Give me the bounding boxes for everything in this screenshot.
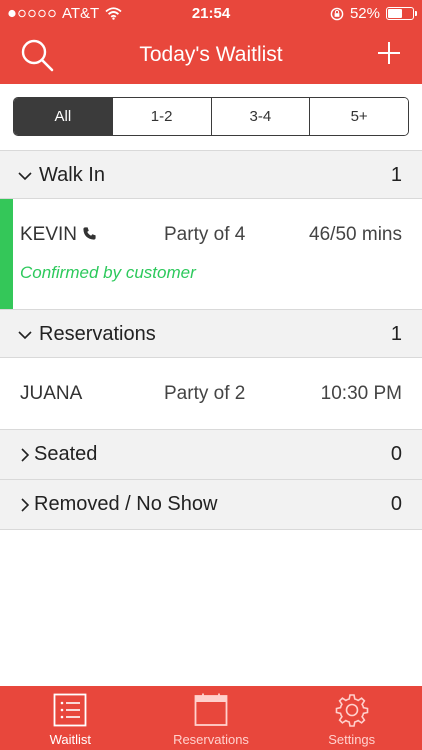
tab-waitlist[interactable]: Waitlist xyxy=(0,686,141,750)
filter-3-4[interactable]: 3-4 xyxy=(210,98,310,135)
tab-label: Waitlist xyxy=(49,732,92,747)
phone-icon xyxy=(83,227,96,240)
tab-bar: Waitlist Reservations Settings xyxy=(0,686,422,750)
waitlist-row[interactable]: KEVIN Party of 4 46/50 mins Confirmed by… xyxy=(0,199,422,309)
tab-settings[interactable]: Settings xyxy=(281,686,422,750)
filter-5-plus[interactable]: 5+ xyxy=(309,98,408,135)
filter-bar: All 1-2 3-4 5+ xyxy=(0,84,422,150)
chevron-right-icon xyxy=(21,448,30,462)
party-size-filter: All 1-2 3-4 5+ xyxy=(13,97,409,136)
chevron-right-icon xyxy=(21,498,30,512)
list-icon xyxy=(53,693,87,727)
reservation-time: 10:30 PM xyxy=(320,383,402,404)
filter-all[interactable]: All xyxy=(14,98,112,135)
section-count: 0 xyxy=(390,493,402,515)
section-count: 1 xyxy=(390,164,402,186)
section-title: Reservations xyxy=(39,323,156,345)
chevron-down-icon xyxy=(18,172,32,181)
plus-icon[interactable] xyxy=(374,38,404,68)
battery-icon xyxy=(386,7,417,20)
tab-reservations[interactable]: Reservations xyxy=(141,686,282,750)
section-seated[interactable]: Seated 0 xyxy=(0,429,422,480)
gear-icon xyxy=(335,694,368,727)
section-count: 0 xyxy=(390,443,402,465)
nav-bar: Today's Waitlist xyxy=(0,28,422,84)
calendar-icon xyxy=(194,693,228,726)
status-accent-bar xyxy=(0,199,13,309)
chevron-down-icon xyxy=(18,331,32,340)
section-title: Walk In xyxy=(39,164,105,186)
section-count: 1 xyxy=(390,323,402,345)
battery-percent: 52% xyxy=(349,5,380,22)
filter-1-2[interactable]: 1-2 xyxy=(111,98,211,135)
tab-label: Reservations xyxy=(173,732,249,747)
reservation-row[interactable]: JUANA Party of 2 10:30 PM xyxy=(0,358,422,429)
party-size: Party of 2 xyxy=(164,383,246,404)
guest-name: KEVIN xyxy=(20,224,78,245)
page-title: Today's Waitlist xyxy=(139,43,283,66)
section-title: Seated xyxy=(34,443,98,465)
guest-name: JUANA xyxy=(20,383,83,404)
status-right: 52% xyxy=(330,5,417,22)
section-walk-in[interactable]: Walk In 1 xyxy=(0,150,422,199)
wait-time: 46/50 mins xyxy=(309,224,402,245)
section-title: Removed / No Show xyxy=(34,493,218,515)
confirmation-status: Confirmed by customer xyxy=(20,263,196,282)
section-removed-no-show[interactable]: Removed / No Show 0 xyxy=(0,479,422,530)
section-reservations[interactable]: Reservations 1 xyxy=(0,309,422,358)
party-size: Party of 4 xyxy=(164,224,246,245)
status-bar: AT&T 21:54 52% xyxy=(0,0,422,28)
orientation-lock-icon xyxy=(330,7,344,20)
guest-name-row: KEVIN xyxy=(20,224,97,246)
tab-label: Settings xyxy=(328,732,376,747)
